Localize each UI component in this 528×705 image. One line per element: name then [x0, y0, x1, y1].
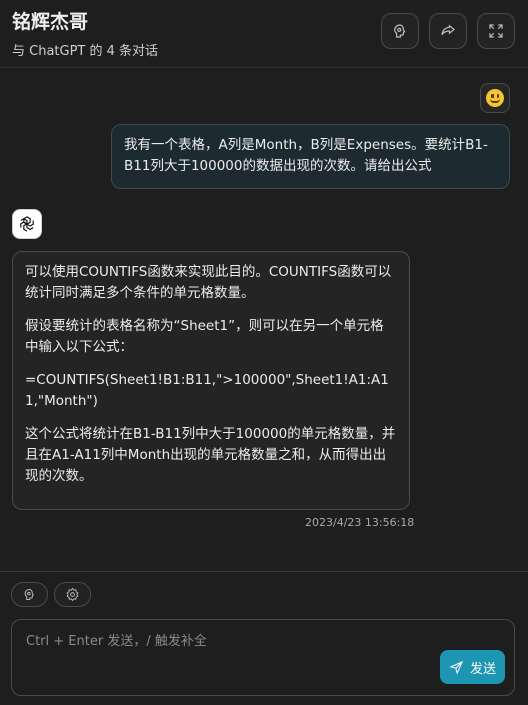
fullscreen-icon — [489, 24, 503, 38]
smiley-emoji-icon — [486, 89, 504, 107]
prompt-button[interactable] — [381, 13, 419, 49]
brain-icon — [394, 24, 406, 38]
openai-logo-icon — [20, 216, 34, 232]
user-message: 我有一个表格，A列是Month，B列是Expenses。要统计B1-B11列大于… — [111, 124, 510, 189]
conversation-count: 与 ChatGPT 的 4 条对话 — [12, 44, 159, 59]
send-icon — [449, 660, 464, 675]
bot-message: 可以使用COUNTIFS函数来实现此目的。COUNTIFS函数可以统计同时满足多… — [12, 251, 410, 510]
send-button-label: 发送 — [469, 661, 496, 677]
bot-paragraph: 可以使用COUNTIFS函数来实现此目的。COUNTIFS函数可以统计同时满足多… — [25, 264, 392, 301]
fullscreen-button[interactable] — [477, 13, 515, 49]
user-avatar[interactable] — [480, 83, 510, 113]
chat-app: 铭辉杰哥 与 ChatGPT 的 4 条对话 我有一个表格，A列是Month，B… — [0, 0, 528, 705]
settings-tool-button[interactable] — [54, 582, 91, 607]
bot-paragraph: 这个公式将统计在B1-B11列中大于100000的单元格数量，并且在A1-A11… — [25, 426, 396, 484]
bot-formula: =COUNTIFS(Sheet1!B1:B11,">100000",Sheet1… — [25, 372, 389, 409]
message-input[interactable] — [12, 620, 514, 695]
message-timestamp: 2023/4/23 13:56:18 — [305, 516, 415, 529]
share-button[interactable] — [429, 13, 467, 49]
bot-avatar — [12, 209, 42, 239]
share-icon — [441, 24, 455, 36]
settings-icon — [66, 587, 79, 602]
brain-icon — [24, 589, 34, 600]
bot-paragraph: 假设要统计的表格名称为“Sheet1”，则可以在另一个单元格中输入以下公式： — [25, 318, 384, 355]
header: 铭辉杰哥 与 ChatGPT 的 4 条对话 — [0, 0, 528, 68]
prompt-tool-button[interactable] — [11, 582, 48, 607]
composer-divider — [0, 571, 528, 572]
send-button[interactable]: 发送 — [440, 650, 505, 684]
chat-area[interactable]: 我有一个表格，A列是Month，B列是Expenses。要统计B1-B11列大于… — [0, 69, 528, 571]
page-title: 铭辉杰哥 — [12, 11, 89, 33]
